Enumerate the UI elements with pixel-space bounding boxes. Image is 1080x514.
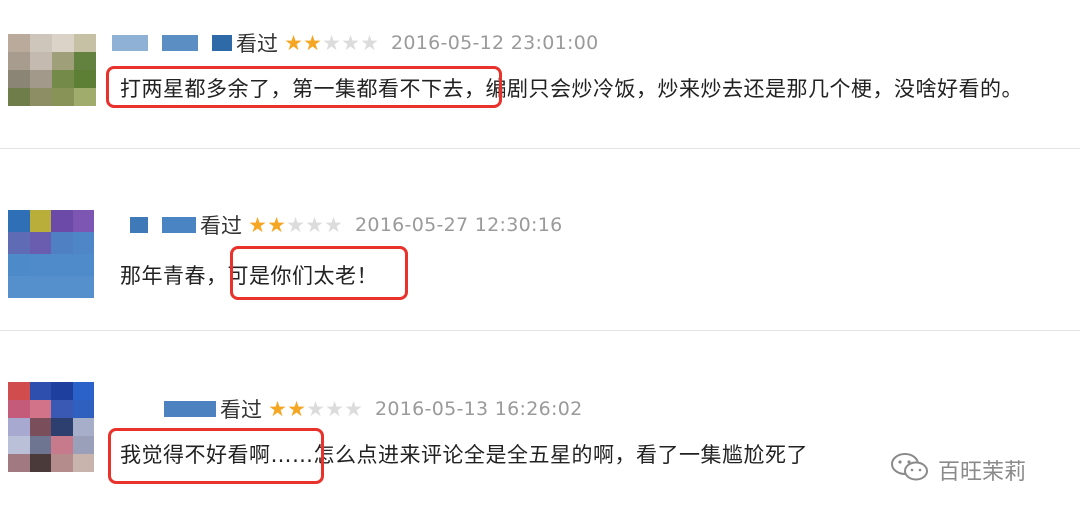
- highlight-box: [230, 246, 408, 300]
- comment-prefix: 那年青春，: [120, 264, 228, 288]
- status-label: 看过: [236, 32, 278, 56]
- star-filled-icon: ★: [287, 396, 306, 421]
- avatar[interactable]: [8, 210, 94, 298]
- username-redacted[interactable]: [164, 401, 216, 417]
- star-filled-icon: ★: [248, 212, 267, 237]
- username-redacted[interactable]: [130, 217, 196, 233]
- comment-rest: 怎么点进来评论全是全五星的啊，看了一集尴尬死了: [313, 443, 808, 467]
- divider: [0, 148, 1080, 149]
- star-empty-icon: ★: [322, 30, 341, 55]
- star-empty-icon: ★: [325, 396, 344, 421]
- review-meta: 看过 ★ ★ ★ ★ ★ 2016-05-12 23:01:00: [112, 28, 599, 58]
- divider: [0, 330, 1080, 331]
- rating-stars: ★ ★ ★ ★ ★: [268, 396, 363, 421]
- status-label: 看过: [220, 398, 262, 422]
- review-meta: 看过 ★ ★ ★ ★ ★ 2016-05-27 12:30:16: [130, 210, 563, 240]
- highlight-box: [106, 66, 502, 108]
- star-filled-icon: ★: [268, 396, 287, 421]
- star-empty-icon: ★: [306, 396, 325, 421]
- username-redacted[interactable]: [112, 35, 232, 51]
- review-2: 看过 ★ ★ ★ ★ ★ 2016-05-27 12:30:16 那年青春，可是你们太老…: [0, 150, 1080, 330]
- highlight-box: [108, 428, 324, 484]
- review-1: 看过 ★ ★ ★ ★ ★ 2016-05-12 23:01:00 打两星都多余了，第一集…: [0, 0, 1080, 150]
- star-empty-icon: ★: [324, 212, 343, 237]
- watermark-text: 百旺茉莉: [938, 460, 1027, 485]
- review-date: 2016-05-12 23:01:00: [391, 32, 599, 54]
- review-date: 2016-05-27 12:30:16: [355, 214, 563, 236]
- star-empty-icon: ★: [305, 212, 324, 237]
- rating-stars: ★ ★ ★ ★ ★: [284, 30, 379, 55]
- rating-stars: ★ ★ ★ ★ ★: [248, 212, 343, 237]
- watermark: 百旺茉莉: [890, 452, 1026, 488]
- wechat-icon: [890, 452, 930, 488]
- review-date: 2016-05-13 16:26:02: [375, 398, 583, 420]
- review-meta: 看过 ★ ★ ★ ★ ★ 2016-05-13 16:26:02: [164, 394, 583, 424]
- status-label: 看过: [200, 214, 242, 238]
- avatar[interactable]: [8, 382, 94, 472]
- star-empty-icon: ★: [286, 212, 305, 237]
- star-filled-icon: ★: [303, 30, 322, 55]
- comment-rest: 编剧只会炒冷饭，炒来炒去还是那几个梗，没啥好看的。: [485, 77, 1023, 101]
- star-empty-icon: ★: [360, 30, 379, 55]
- star-empty-icon: ★: [344, 396, 363, 421]
- star-empty-icon: ★: [341, 30, 360, 55]
- star-filled-icon: ★: [284, 30, 303, 55]
- avatar[interactable]: [8, 34, 96, 106]
- star-filled-icon: ★: [267, 212, 286, 237]
